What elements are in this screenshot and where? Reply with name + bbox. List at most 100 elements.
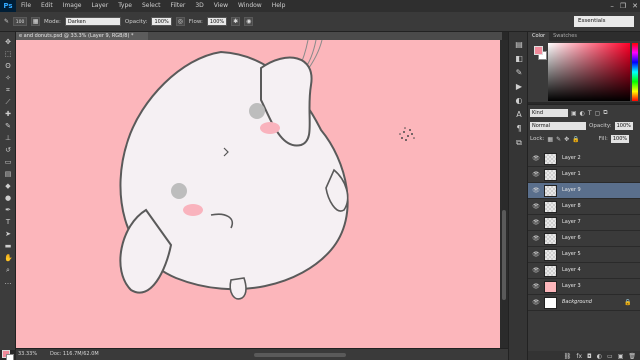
pressure-size-icon[interactable]: ◉ <box>244 17 254 26</box>
healing-tool-icon[interactable]: ✚ <box>4 110 12 118</box>
menu-select[interactable]: Select <box>137 0 166 12</box>
minimize-button[interactable]: – <box>610 2 614 10</box>
visibility-eye-icon[interactable]: 👁 <box>532 187 540 195</box>
filter-smart-object-icon[interactable]: ⧉ <box>603 109 607 117</box>
actions-panel-icon[interactable]: ▶ <box>514 82 524 92</box>
move-tool-icon[interactable]: ✥ <box>4 38 12 46</box>
new-group-icon[interactable]: ▭ <box>607 353 613 360</box>
filter-shape-icon[interactable]: ▢ <box>595 110 601 117</box>
filter-pixel-icon[interactable]: ▣ <box>571 110 577 117</box>
character-panel-icon[interactable]: A <box>514 110 524 120</box>
pressure-opacity-icon[interactable]: ◎ <box>175 17 185 26</box>
quick-select-tool-icon[interactable]: ✧ <box>4 74 12 82</box>
visibility-eye-icon[interactable]: 👁 <box>532 171 540 179</box>
dodge-tool-icon[interactable]: ● <box>4 194 12 202</box>
layer-row[interactable]: 👁 Layer 5 <box>528 247 640 263</box>
lock-position-icon[interactable]: ✥ <box>564 136 569 143</box>
lock-all-icon[interactable]: 🔒 <box>572 136 579 143</box>
delete-layer-icon[interactable]: 🗑 <box>628 353 636 360</box>
menu-window[interactable]: Window <box>233 0 267 12</box>
eyedropper-tool-icon[interactable]: ⟋ <box>4 98 12 106</box>
menu-filter[interactable]: Filter <box>166 0 191 12</box>
properties-panel-icon[interactable]: ◧ <box>514 54 524 64</box>
foreground-swatch[interactable] <box>534 46 543 55</box>
menu-edit[interactable]: Edit <box>36 0 58 12</box>
tab-color[interactable]: Color <box>528 32 550 41</box>
layer-row[interactable]: 👁 Layer 9 <box>528 183 640 199</box>
lock-pixels-icon[interactable]: ✎ <box>556 136 561 143</box>
menu-image[interactable]: Image <box>58 0 87 12</box>
airbrush-icon[interactable]: ✱ <box>231 17 241 26</box>
clone-stamp-tool-icon[interactable]: ⊥ <box>4 134 12 142</box>
filter-adjustment-icon[interactable]: ◐ <box>580 110 585 117</box>
opacity-input[interactable]: 100% <box>151 17 172 26</box>
brush-tool-icon[interactable]: ✎ <box>4 122 12 130</box>
eraser-tool-icon[interactable]: ▭ <box>4 158 12 166</box>
menu-layer[interactable]: Layer <box>86 0 113 12</box>
link-layers-icon[interactable]: ⛓ <box>564 353 572 360</box>
flow-input[interactable]: 100% <box>206 17 228 26</box>
brush-preset-picker[interactable]: 100 <box>13 17 28 26</box>
brush-panel-toggle-icon[interactable]: ▦ <box>31 17 41 26</box>
lasso-tool-icon[interactable]: ʘ <box>4 62 12 70</box>
hue-slider[interactable] <box>632 43 638 101</box>
type-tool-icon[interactable]: T <box>4 218 12 226</box>
horizontal-scroll-thumb[interactable] <box>254 353 346 357</box>
path-select-tool-icon[interactable]: ➤ <box>4 230 12 238</box>
crop-tool-icon[interactable]: ⌗ <box>4 86 12 94</box>
layer-row[interactable]: 👁 Layer 8 <box>528 199 640 215</box>
zoom-tool-icon[interactable]: ⌕ <box>4 266 12 274</box>
close-button[interactable]: ✕ <box>632 2 638 10</box>
layer-row[interactable]: 👁 Background 🔒 <box>528 295 640 311</box>
visibility-eye-icon[interactable]: 👁 <box>532 267 540 275</box>
hand-tool-icon[interactable]: ✋ <box>4 254 13 262</box>
brush-panel-icon[interactable]: ✎ <box>514 68 524 78</box>
filter-type-icon[interactable]: T <box>588 110 592 117</box>
adjustments-panel-icon[interactable]: ◐ <box>514 96 524 106</box>
visibility-eye-icon[interactable]: 👁 <box>532 299 540 307</box>
new-layer-icon[interactable]: ▣ <box>618 353 624 360</box>
visibility-eye-icon[interactable]: 👁 <box>532 251 540 259</box>
gradient-tool-icon[interactable]: ▤ <box>4 170 12 178</box>
visibility-eye-icon[interactable]: 👁 <box>532 203 540 211</box>
layer-row[interactable]: 👁 Layer 4 <box>528 263 640 279</box>
more-tools-icon[interactable]: … <box>4 278 12 286</box>
history-brush-tool-icon[interactable]: ↺ <box>4 146 12 154</box>
shape-tool-icon[interactable]: ▬ <box>4 242 12 250</box>
visibility-eye-icon[interactable]: 👁 <box>532 219 540 227</box>
add-mask-icon[interactable]: ◘ <box>587 353 592 360</box>
blend-mode-select[interactable]: Normal <box>530 122 586 130</box>
kind-filter-select[interactable]: Kind <box>530 109 568 117</box>
canvas[interactable] <box>16 40 500 348</box>
layer-row[interactable]: 👁 Layer 1 <box>528 167 640 183</box>
restore-button[interactable]: ❐ <box>620 2 626 10</box>
mode-select[interactable]: Darken <box>64 17 121 26</box>
vertical-scrollbar[interactable] <box>500 40 508 348</box>
menu-type[interactable]: Type <box>113 0 137 12</box>
adjustment-layer-icon[interactable]: ◐ <box>597 353 602 360</box>
layer-style-icon[interactable]: fx <box>576 353 582 360</box>
color-picker-field[interactable] <box>548 43 630 101</box>
layer-row[interactable]: 👁 Layer 6 <box>528 231 640 247</box>
layer-opacity-input[interactable]: 100% <box>614 122 633 130</box>
visibility-eye-icon[interactable]: 👁 <box>532 235 540 243</box>
layer-row[interactable]: 👁 Layer 3 <box>528 279 640 295</box>
zoom-level[interactable]: 33.33% <box>18 351 37 357</box>
brush-tool-icon[interactable]: ✎ <box>4 18 9 25</box>
marquee-tool-icon[interactable]: ⬚ <box>4 50 12 58</box>
pen-tool-icon[interactable]: ✒ <box>4 206 12 214</box>
fill-input[interactable]: 100% <box>610 135 630 143</box>
lock-transparency-icon[interactable]: ▦ <box>547 136 553 143</box>
tab-swatches[interactable]: Swatches <box>549 32 581 41</box>
menu-help[interactable]: Help <box>267 0 291 12</box>
history-panel-icon[interactable]: ▤ <box>514 40 524 50</box>
clone-source-panel-icon[interactable]: ⧉ <box>514 138 524 148</box>
document-tab[interactable]: e and donuts.psd @ 33.3% (Layer 9, RGB/8… <box>16 32 148 40</box>
workspace-select[interactable]: Essentials <box>574 16 634 27</box>
paragraph-panel-icon[interactable]: ¶ <box>514 124 524 134</box>
menu-view[interactable]: View <box>209 0 233 12</box>
layer-row[interactable]: 👁 Layer 2 <box>528 151 640 167</box>
menu-3d[interactable]: 3D <box>190 0 208 12</box>
menu-file[interactable]: File <box>16 0 36 12</box>
layer-row[interactable]: 👁 Layer 7 <box>528 215 640 231</box>
